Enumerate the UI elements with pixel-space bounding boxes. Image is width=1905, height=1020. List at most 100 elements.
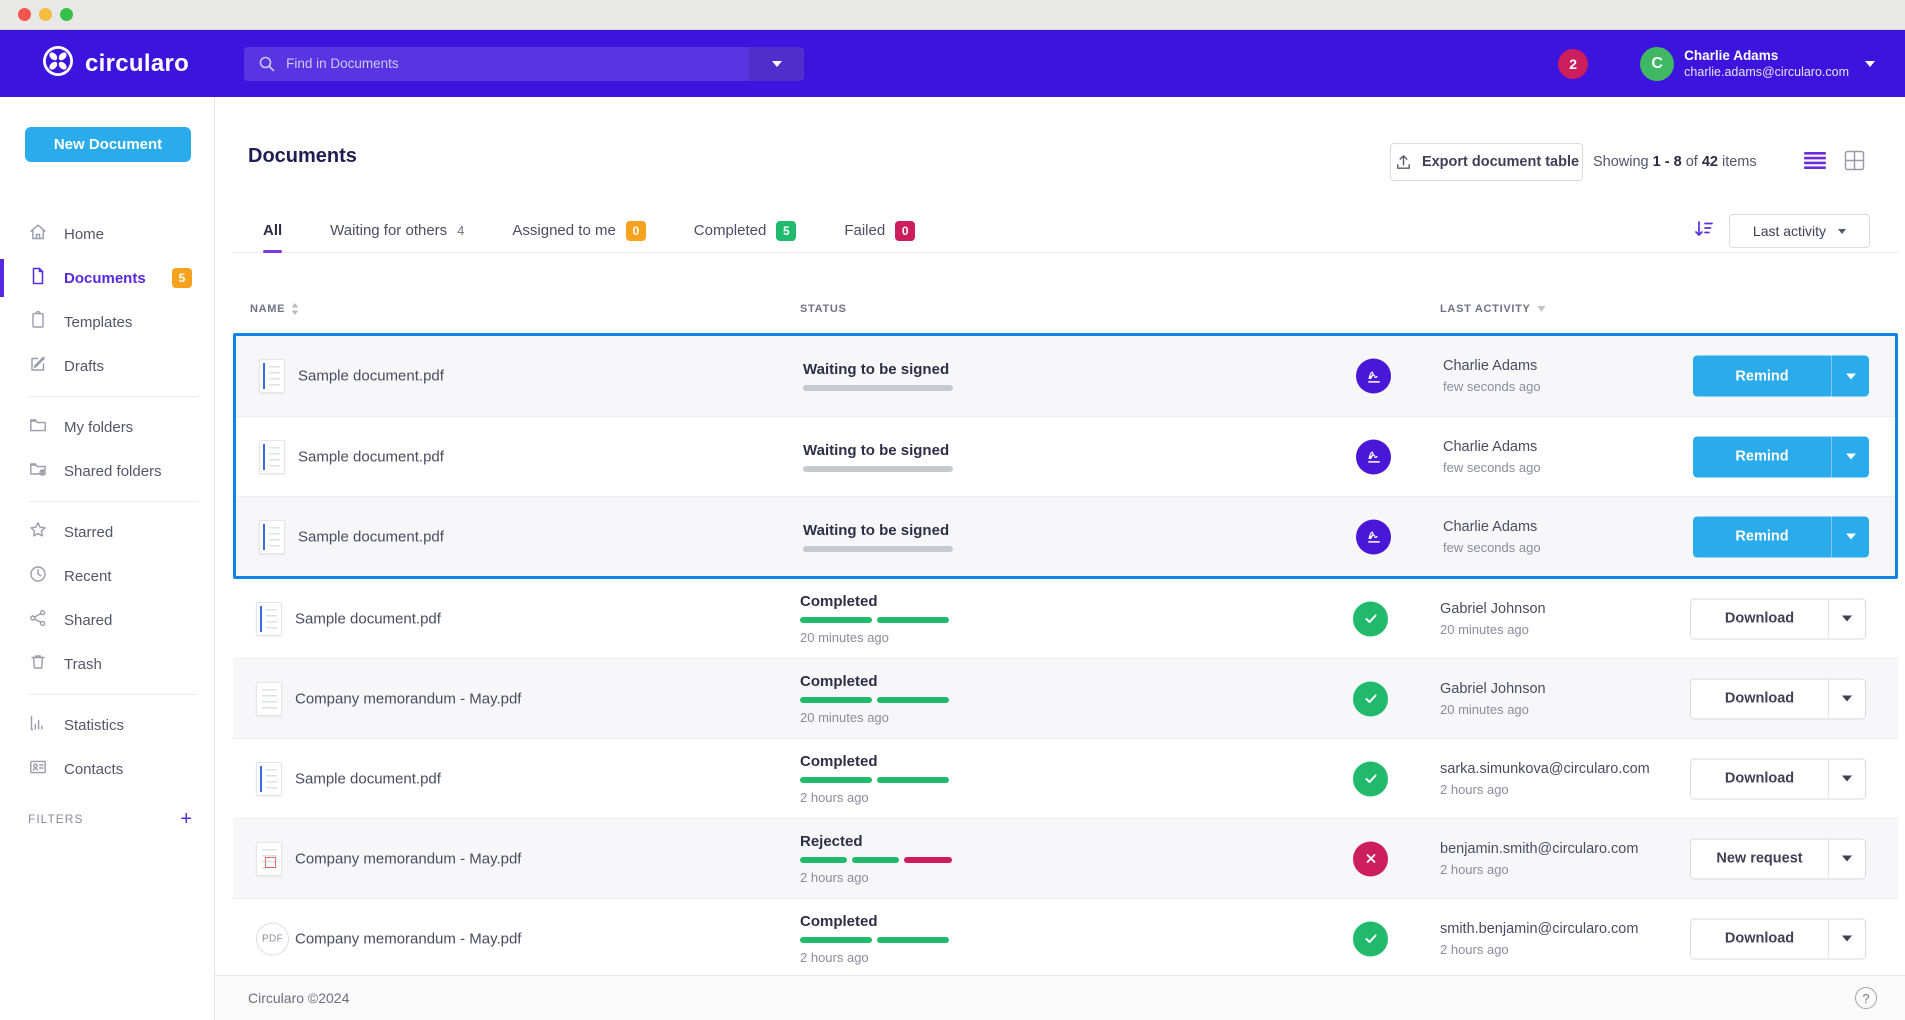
column-header-status[interactable]: STATUS bbox=[800, 303, 847, 315]
signature-status-icon bbox=[1356, 519, 1391, 554]
logo-flower-icon bbox=[42, 45, 74, 82]
table-row[interactable]: PDF Company memorandum - May.pdf Complet… bbox=[233, 899, 1898, 979]
column-header-name[interactable]: NAME bbox=[250, 303, 299, 315]
list-view-icon[interactable] bbox=[1803, 151, 1827, 175]
tab-completed[interactable]: Completed 5 bbox=[694, 209, 797, 252]
status-time: 2 hours ago bbox=[800, 950, 949, 965]
help-icon[interactable]: ? bbox=[1855, 987, 1877, 1009]
tab-all[interactable]: All bbox=[263, 209, 282, 252]
last-activity-cell: Gabriel Johnson 20 minutes ago bbox=[1440, 601, 1690, 637]
sidebar-item-templates[interactable]: Templates bbox=[0, 300, 214, 344]
row-action-dropdown[interactable] bbox=[1828, 678, 1866, 719]
sidebar-item-contacts[interactable]: Contacts bbox=[0, 747, 214, 791]
last-activity-cell: benjamin.smith@circularo.com 2 hours ago bbox=[1440, 841, 1690, 877]
minimize-window-icon[interactable] bbox=[39, 8, 52, 21]
sidebar-item-label: Contacts bbox=[64, 761, 123, 778]
row-action-dropdown[interactable] bbox=[1831, 356, 1869, 397]
progress-bar bbox=[803, 546, 953, 552]
home-icon bbox=[28, 222, 48, 247]
row-action-dropdown[interactable] bbox=[1831, 436, 1869, 477]
new-document-button[interactable]: New Document bbox=[25, 127, 191, 162]
sort-order-icon[interactable] bbox=[1693, 218, 1715, 245]
tab-waiting-for-others[interactable]: Waiting for others 4 bbox=[330, 209, 464, 252]
search-scope-dropdown[interactable] bbox=[749, 47, 804, 81]
avatar[interactable]: C bbox=[1640, 47, 1674, 81]
sidebar-item-statistics[interactable]: Statistics bbox=[0, 703, 214, 747]
status-label: Completed bbox=[800, 593, 949, 610]
table-row[interactable]: Sample document.pdf Completed 2 hours ag… bbox=[233, 739, 1898, 819]
download-button[interactable]: Download bbox=[1690, 598, 1828, 639]
last-activity-time: 20 minutes ago bbox=[1440, 702, 1690, 717]
download-button[interactable]: Download bbox=[1690, 678, 1828, 719]
table-row[interactable]: Company memorandum - May.pdf Rejected 2 … bbox=[233, 819, 1898, 899]
completed-status-icon bbox=[1353, 921, 1388, 956]
document-name: Company memorandum - May.pdf bbox=[295, 930, 521, 947]
last-activity-cell: Charlie Adams few seconds ago bbox=[1443, 439, 1693, 475]
status-cell: Waiting to be signed bbox=[803, 442, 953, 472]
window-titlebar bbox=[0, 0, 1905, 30]
logo[interactable]: circularo bbox=[42, 45, 189, 82]
status-label: Waiting to be signed bbox=[803, 442, 953, 459]
row-action: New request bbox=[1690, 838, 1866, 879]
zoom-window-icon[interactable] bbox=[60, 8, 73, 21]
close-window-icon[interactable] bbox=[18, 8, 31, 21]
user-menu-chevron-down-icon[interactable] bbox=[1865, 61, 1875, 67]
user-info[interactable]: Charlie Adams charlie.adams@circularo.co… bbox=[1684, 48, 1849, 79]
sidebar-item-my-folders[interactable]: My folders bbox=[0, 405, 214, 449]
row-action-dropdown[interactable] bbox=[1828, 838, 1866, 879]
add-filter-button[interactable]: + bbox=[180, 809, 192, 829]
chevron-down-icon bbox=[772, 61, 782, 67]
last-activity-cell: Charlie Adams few seconds ago bbox=[1443, 358, 1693, 394]
status-cell: Completed 20 minutes ago bbox=[800, 673, 949, 725]
table-row[interactable]: Company memorandum - May.pdf Completed 2… bbox=[233, 659, 1898, 739]
sidebar-item-drafts[interactable]: Drafts bbox=[0, 344, 214, 388]
app-header: circularo 2 C Charlie Adams charlie.adam… bbox=[0, 30, 1905, 97]
grid-view-icon[interactable] bbox=[1844, 150, 1865, 176]
row-action-dropdown[interactable] bbox=[1828, 758, 1866, 799]
tab-failed[interactable]: Failed 0 bbox=[844, 209, 915, 252]
export-document-table-button[interactable]: Export document table bbox=[1390, 143, 1583, 181]
table-row[interactable]: Sample document.pdf Waiting to be signed… bbox=[236, 416, 1895, 496]
sidebar-item-shared-folders[interactable]: Shared folders bbox=[0, 449, 214, 493]
document-icon bbox=[28, 266, 48, 291]
sidebar-item-label: Documents bbox=[64, 270, 146, 287]
sort-by-dropdown[interactable]: Last activity bbox=[1729, 214, 1870, 248]
sidebar-item-home[interactable]: Home bbox=[0, 212, 214, 256]
download-button[interactable]: Download bbox=[1690, 918, 1828, 959]
remind-button[interactable]: Remind bbox=[1693, 356, 1831, 397]
row-action: Remind bbox=[1693, 516, 1869, 557]
row-action-dropdown[interactable] bbox=[1828, 918, 1866, 959]
sidebar-item-trash[interactable]: Trash bbox=[0, 642, 214, 686]
last-activity-user: sarka.simunkova@circularo.com bbox=[1440, 761, 1690, 777]
remind-button[interactable]: Remind bbox=[1693, 516, 1831, 557]
status-cell: Waiting to be signed bbox=[803, 361, 953, 391]
progress-bar bbox=[803, 466, 953, 472]
document-name: Sample document.pdf bbox=[298, 528, 444, 545]
sidebar-item-shared[interactable]: Shared bbox=[0, 598, 214, 642]
sidebar-item-starred[interactable]: Starred bbox=[0, 510, 214, 554]
progress-bar bbox=[800, 617, 949, 623]
remind-button[interactable]: Remind bbox=[1693, 436, 1831, 477]
shared-folder-icon bbox=[28, 459, 48, 484]
completed-status-icon bbox=[1353, 601, 1388, 636]
sidebar-item-documents[interactable]: Documents 5 bbox=[0, 256, 214, 300]
column-header-last-activity[interactable]: LAST ACTIVITY bbox=[1440, 303, 1546, 315]
search-input[interactable] bbox=[244, 47, 749, 81]
progress-segment bbox=[877, 777, 949, 783]
progress-segment bbox=[803, 546, 953, 552]
tab-assigned-to-me[interactable]: Assigned to me 0 bbox=[512, 209, 645, 252]
logo-text: circularo bbox=[85, 50, 189, 78]
table-row[interactable]: Sample document.pdf Waiting to be signed… bbox=[236, 496, 1895, 576]
tabs-bar: All Waiting for others 4 Assigned to me … bbox=[233, 209, 1898, 253]
sidebar-item-recent[interactable]: Recent bbox=[0, 554, 214, 598]
document-thumbnail-icon bbox=[259, 440, 285, 474]
table-row[interactable]: Sample document.pdf Completed 20 minutes… bbox=[233, 579, 1898, 659]
row-action-dropdown[interactable] bbox=[1828, 598, 1866, 639]
new-request-button[interactable]: New request bbox=[1690, 838, 1828, 879]
row-action-dropdown[interactable] bbox=[1831, 516, 1869, 557]
notifications-badge[interactable]: 2 bbox=[1558, 49, 1588, 79]
row-action: Remind bbox=[1693, 436, 1869, 477]
download-button[interactable]: Download bbox=[1690, 758, 1828, 799]
progress-segment bbox=[877, 937, 949, 943]
table-row[interactable]: Sample document.pdf Waiting to be signed… bbox=[236, 336, 1895, 416]
